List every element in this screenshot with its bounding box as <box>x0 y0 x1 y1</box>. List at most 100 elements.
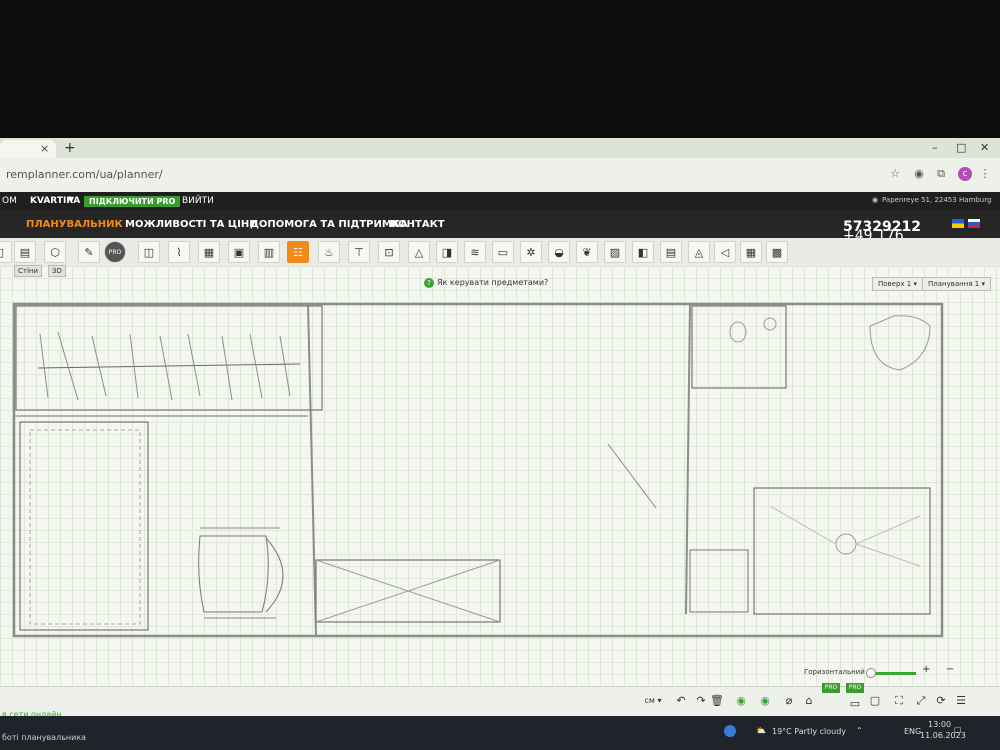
help-icon: ? <box>424 278 434 288</box>
hanger <box>279 335 291 397</box>
logout-link[interactable]: ВИЙТИ <box>182 196 214 206</box>
tool-ac-icon[interactable]: ▭ <box>492 241 514 263</box>
trash-icon[interactable]: 🗑 <box>708 692 726 710</box>
flag-ua-icon[interactable] <box>952 219 964 228</box>
tool-lamp-icon[interactable]: △ <box>408 241 430 263</box>
tool-tile-icon[interactable]: ▨ <box>604 241 626 263</box>
shower-line <box>855 515 921 545</box>
undo-icon[interactable]: ↶ <box>672 692 690 710</box>
pro-badge-2[interactable]: PRO <box>846 683 864 693</box>
bookmark-star-icon[interactable]: ☆ <box>888 167 902 181</box>
unit-selector[interactable]: см ▾ <box>640 692 666 710</box>
zoom-slider-knob[interactable] <box>866 668 876 678</box>
nav-contact[interactable]: КОНТАКТ <box>390 219 445 230</box>
comment-icon[interactable]: ▭ <box>846 695 864 713</box>
menu-dots-icon[interactable]: ⋮ <box>978 167 992 181</box>
tab-walls[interactable]: Стіни <box>14 265 43 277</box>
tool-vase-icon[interactable]: ◬ <box>688 241 710 263</box>
fullscreen-icon[interactable]: ⤢ <box>912 692 930 710</box>
screen: × + – □ ✕ remplanner.com/ua/planner/ ☆ ◉… <box>0 138 1000 750</box>
tool-curtain-icon[interactable]: ◧ <box>632 241 654 263</box>
window-title-fragment: боті планувальника <box>2 733 87 742</box>
help-bubble-icon[interactable] <box>724 725 736 737</box>
close-window-button[interactable]: ✕ <box>980 141 989 154</box>
shower-lines <box>769 505 921 567</box>
site-topbar: OM KVARTIRA ▼ ПІДКЛЮЧИТИ PRO ВИЙТИ ◉ Pap… <box>0 192 1000 210</box>
nav-planner[interactable]: ПЛАНУВАЛЬНИК <box>26 219 123 230</box>
bed-mattress <box>29 429 141 625</box>
plan-dropdown[interactable]: Планування 1 ▾ <box>922 277 991 291</box>
floor-dropdown[interactable]: Поверх 1 ▾ <box>872 277 923 291</box>
tool-paint-icon[interactable]: ✎ <box>78 241 100 263</box>
tool-furniture-icon[interactable]: ☷ <box>287 241 309 263</box>
floor-plan-drawing <box>12 302 944 638</box>
nav-features-prices[interactable]: МОЖЛИВОСТІ ТА ЦІНИ <box>125 219 258 230</box>
pro-badge[interactable]: PRO <box>104 241 126 263</box>
pro-badge-1[interactable]: PRO <box>822 683 840 693</box>
toggle2-icon[interactable]: ◉ <box>756 692 774 710</box>
language-indicator[interactable]: ENG <box>904 727 921 736</box>
browser-tab[interactable]: × <box>0 140 56 158</box>
tool-grid-icon[interactable]: ▩ <box>766 241 788 263</box>
fit-icon[interactable]: ⛶ <box>890 692 908 710</box>
new-tab-button[interactable]: + <box>64 140 76 156</box>
weather-text[interactable]: 19°C Partly cloudy <box>772 727 846 736</box>
nav-help-support[interactable]: ДОПОМОГА ТА ПІДТРИМКА <box>250 219 408 230</box>
shower-drain <box>835 533 857 555</box>
refresh-icon[interactable]: ⟳ <box>932 692 950 710</box>
tool-stairs-icon[interactable]: ⌇ <box>168 241 190 263</box>
tool-door2-icon[interactable]: ◨ <box>436 241 458 263</box>
tool-faucet-icon[interactable]: ⊤ <box>348 241 370 263</box>
profile-avatar[interactable]: c <box>958 167 972 181</box>
tool-camera-icon[interactable]: ◒ <box>548 241 570 263</box>
settings-icon[interactable]: ☰ <box>952 692 970 710</box>
tool-door-icon[interactable]: ▯ <box>0 241 12 263</box>
planner-toolbar: ▯ ▤ ⬡ ✎ PRO ◫ ⌇ ▦ ▣ ▥ ☷ ♨ ⊤ ⊡ △ ◨ ≋ ▭ ✲ … <box>0 238 1000 267</box>
toilet[interactable] <box>869 315 931 371</box>
bathroom-cabinet[interactable] <box>689 549 749 613</box>
zoom-in-button[interactable]: + <box>922 664 930 675</box>
tool-sound-icon[interactable]: ◁ <box>714 241 736 263</box>
tool-3d-cube-icon[interactable]: ⬡ <box>44 241 66 263</box>
tray-chevron-icon[interactable]: ⌃ <box>856 726 863 735</box>
wardrobe[interactable] <box>15 305 323 411</box>
bed[interactable] <box>19 421 149 631</box>
extension-icon[interactable]: ◉ <box>912 167 926 181</box>
sink-basin <box>729 321 747 343</box>
tool-shelf-icon[interactable]: ▤ <box>660 241 682 263</box>
tab-3d[interactable]: 3D <box>48 265 66 277</box>
shower-tray[interactable] <box>753 487 931 615</box>
address-text: Papenreye 51, 22453 Hamburg <box>882 196 992 204</box>
puzzle-icon[interactable]: ⧉ <box>934 167 948 181</box>
clock-time[interactable]: 13:00 <box>928 720 951 729</box>
toggle-icon[interactable]: ◉ <box>732 692 750 710</box>
tool-plant-icon[interactable]: ❦ <box>576 241 598 263</box>
flag-ru-icon[interactable] <box>968 219 980 228</box>
url-field[interactable]: remplanner.com/ua/planner/ <box>6 168 163 181</box>
tool-storage-icon[interactable]: ▦ <box>740 241 762 263</box>
tool-heater-icon[interactable]: ≋ <box>464 241 486 263</box>
plan-dropdown-label: Планування 1 <box>928 280 980 288</box>
maximize-button[interactable]: □ <box>956 141 966 154</box>
door-swing <box>607 443 657 509</box>
tool-radiator-icon[interactable]: ▥ <box>258 241 280 263</box>
tool-walls-icon[interactable]: ▤ <box>14 241 36 263</box>
how-to-manage-hint[interactable]: ? Як керувати предметами? <box>424 278 548 288</box>
hanger <box>159 335 173 401</box>
tool-bath-icon[interactable]: ♨ <box>318 241 340 263</box>
minimize-button[interactable]: – <box>932 141 938 154</box>
connect-pro-button[interactable]: ПІДКЛЮЧИТИ PRO <box>84 196 181 207</box>
notification-icon[interactable]: ▢ <box>954 725 962 734</box>
home-icon[interactable]: ⌂ <box>800 692 818 710</box>
armchair[interactable] <box>198 535 269 613</box>
tool-brick-icon[interactable]: ▦ <box>198 241 220 263</box>
tool-outlet-icon[interactable]: ⊡ <box>378 241 400 263</box>
tool-fan-icon[interactable]: ✲ <box>520 241 542 263</box>
document-icon[interactable]: ▢ <box>866 692 884 710</box>
zoom-out-button[interactable]: − <box>946 664 954 675</box>
tool-window-icon[interactable]: ◫ <box>138 241 160 263</box>
measure-icon[interactable]: ⌀ <box>780 692 798 710</box>
weather-icon: ⛅ <box>756 726 766 735</box>
tool-cabinet-icon[interactable]: ▣ <box>228 241 250 263</box>
tab-close-icon[interactable]: × <box>40 142 49 155</box>
